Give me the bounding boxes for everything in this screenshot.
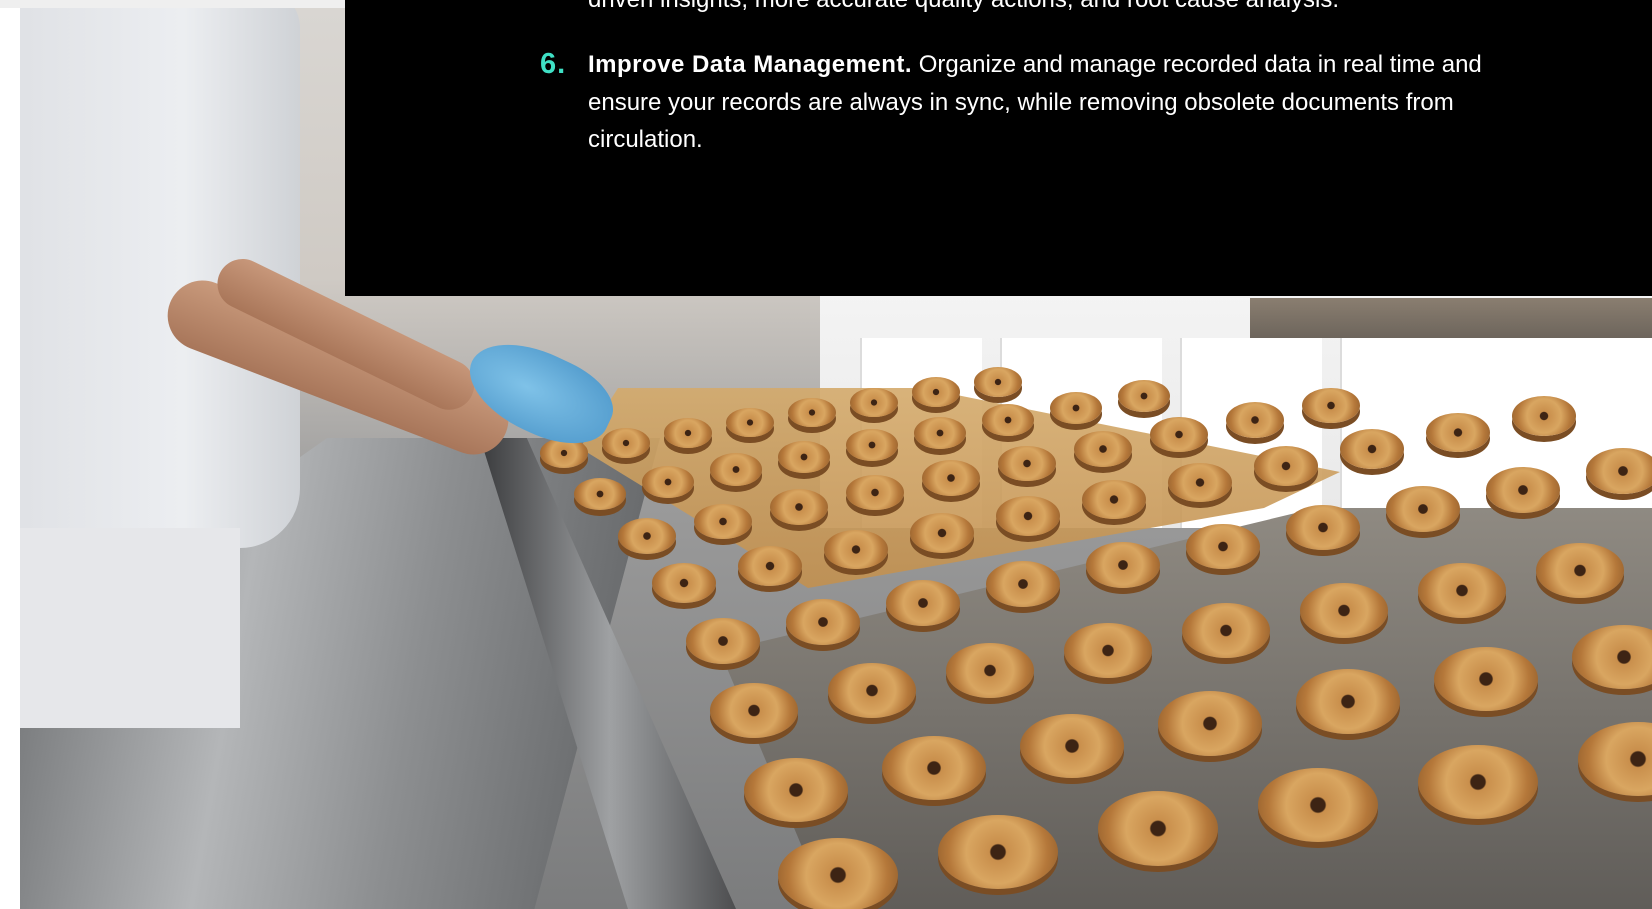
photo-cookie <box>618 518 676 554</box>
photo-cookie <box>1158 691 1262 756</box>
photo-cookie <box>652 563 716 603</box>
photo-cookie <box>778 838 898 909</box>
photo-cookie <box>1340 429 1404 470</box>
photo-cookie <box>1296 669 1400 734</box>
list-item-body: Improve Data Management. Organize and ma… <box>588 46 1488 159</box>
photo-cookie <box>1226 402 1284 438</box>
photo-shelf <box>1250 298 1652 338</box>
photo-cookie <box>986 561 1060 608</box>
photo-cookie <box>824 529 888 570</box>
photo-cookie <box>1254 446 1318 486</box>
photo-cookie <box>886 580 960 627</box>
photo-cookie <box>1186 523 1260 570</box>
photo-cookie <box>1434 647 1538 712</box>
photo-cookie <box>1258 768 1378 843</box>
photo-cookie <box>1486 466 1560 513</box>
photo-cookie <box>642 465 694 498</box>
photo-cookie <box>914 416 966 449</box>
photo-cookie <box>996 496 1060 536</box>
photo-cookie <box>574 478 626 511</box>
previous-item-text: driven insights, more accurate quality a… <box>588 0 1638 14</box>
photo-cookie <box>1064 623 1152 678</box>
photo-cookie <box>1418 563 1506 618</box>
photo-cookie <box>922 460 980 496</box>
page: driven insights, more accurate quality a… <box>0 0 1652 909</box>
photo-cookie <box>710 683 798 738</box>
photo-cookie <box>1286 504 1360 551</box>
photo-cookie <box>910 512 974 553</box>
photo-cookie <box>1086 542 1160 589</box>
photo-cookie <box>938 814 1058 890</box>
photo-cookie <box>602 427 650 458</box>
photo-worker-apron <box>20 528 240 728</box>
top-strip <box>0 0 345 8</box>
photo-cookie <box>710 453 762 486</box>
photo-cookie <box>664 417 712 448</box>
photo-cookie <box>738 546 802 586</box>
photo-cookie <box>1118 379 1170 412</box>
photo-cookie <box>788 397 836 428</box>
photo-cookie <box>770 489 828 525</box>
photo-cookie <box>1182 603 1270 658</box>
photo-cookie <box>912 377 960 408</box>
photo-cookie <box>686 618 760 664</box>
list-item-title: Improve Data Management. <box>588 51 913 78</box>
photo-cookie <box>1150 416 1208 453</box>
photo-cookie <box>1536 543 1624 598</box>
photo-cookie <box>998 445 1056 482</box>
photo-cookie <box>1300 583 1388 638</box>
photo-cookie <box>744 758 848 823</box>
photo-cookie <box>1168 462 1232 503</box>
photo-cookie <box>882 735 986 801</box>
photo-cookie <box>1050 391 1102 425</box>
photo-cookie <box>1020 713 1124 779</box>
photo-cookie <box>1098 791 1218 866</box>
photo-cookie <box>786 599 860 645</box>
photo-cookie <box>974 367 1022 398</box>
photo-cookie <box>1074 431 1132 467</box>
photo-cookie <box>846 474 904 511</box>
photo-cookie <box>1082 479 1146 520</box>
photo-cookie <box>1512 396 1576 436</box>
text-overlay-panel: driven insights, more accurate quality a… <box>345 0 1652 296</box>
photo-cookie <box>1586 447 1652 494</box>
photo-cookie <box>850 387 898 418</box>
photo-cookie <box>846 428 898 462</box>
photo-cookie <box>946 643 1034 698</box>
photo-cookie <box>694 503 752 540</box>
photo-cookie <box>1302 387 1360 424</box>
photo-cookie <box>828 663 916 718</box>
photo-cookie <box>1418 744 1538 820</box>
photo-cookie <box>1426 412 1490 453</box>
photo-cookie <box>1386 485 1460 532</box>
list-item-number: 6. <box>540 48 567 80</box>
